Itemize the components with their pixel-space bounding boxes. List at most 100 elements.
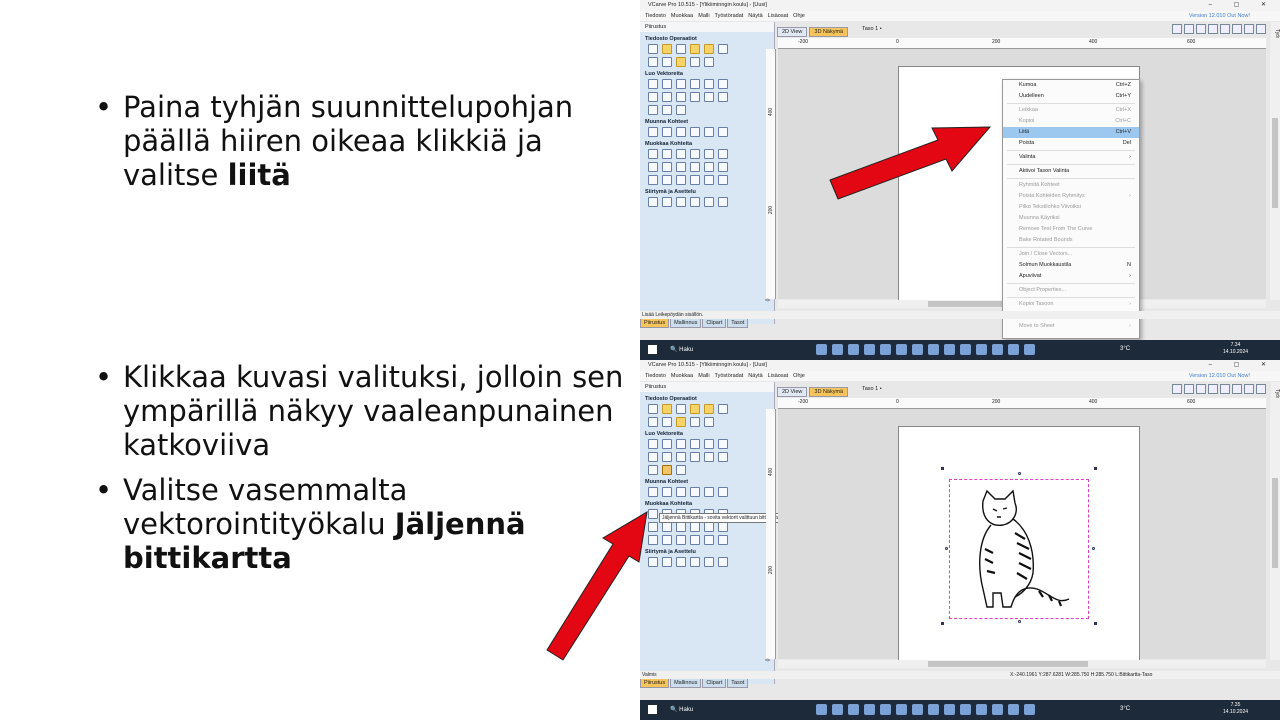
tab-2d-view[interactable]: 2D View — [777, 27, 808, 37]
move-icon[interactable] — [648, 127, 658, 137]
app-icon[interactable] — [832, 704, 843, 715]
taskbar-clock[interactable]: 7.34 14.10.2024 — [1223, 342, 1248, 356]
menu-ohje[interactable]: Ohje — [793, 373, 805, 379]
save-icon[interactable] — [676, 44, 686, 54]
layers-icon[interactable] — [1256, 24, 1266, 34]
cat-bitmap[interactable] — [963, 489, 1075, 615]
taskbar-search[interactable]: 🔍 Haku — [670, 704, 810, 716]
import-icon[interactable] — [690, 44, 700, 54]
grid-icon[interactable] — [1196, 24, 1206, 34]
scrollbar-horizontal[interactable] — [778, 660, 1266, 668]
redo-icon[interactable] — [704, 417, 714, 427]
grid-icon[interactable] — [704, 557, 714, 567]
zoom-fit-icon[interactable] — [1220, 24, 1230, 34]
polyline-icon[interactable] — [718, 439, 728, 449]
tab-3d-view[interactable]: 3D Näkymä — [809, 27, 849, 37]
app-icon[interactable] — [816, 344, 827, 355]
selection-handle[interactable] — [941, 622, 944, 625]
smooth-icon[interactable] — [676, 535, 686, 545]
layer-selector[interactable]: Taso 1 • — [862, 26, 882, 32]
tab-tasot[interactable]: Tasot — [727, 678, 749, 688]
nest-icon[interactable] — [676, 557, 686, 567]
tab-clipart[interactable]: Clipart — [702, 678, 727, 688]
group-icon[interactable] — [690, 149, 700, 159]
layer-selector[interactable]: Taso 1 • — [862, 386, 882, 392]
join-icon[interactable] — [718, 149, 728, 159]
slot-icon[interactable] — [718, 535, 728, 545]
app-icon[interactable] — [912, 344, 923, 355]
array-icon[interactable] — [648, 197, 658, 207]
tab-piirustus[interactable]: Piirustus — [640, 318, 670, 328]
scrollbar-vertical[interactable] — [1270, 398, 1280, 660]
mirror-icon[interactable] — [704, 487, 714, 497]
app-icon[interactable] — [880, 344, 891, 355]
app-icon[interactable] — [928, 704, 939, 715]
text-on-curve-icon[interactable] — [718, 452, 728, 462]
cut-icon[interactable] — [648, 417, 658, 427]
distort-icon[interactable] — [718, 127, 728, 137]
fillet-icon[interactable] — [690, 162, 700, 172]
material-sheet[interactable] — [898, 426, 1140, 668]
app-icon[interactable] — [816, 704, 827, 715]
measure-icon[interactable] — [704, 175, 714, 185]
ungroup-icon[interactable] — [704, 149, 714, 159]
path-icon[interactable] — [690, 197, 700, 207]
new-icon[interactable] — [648, 44, 658, 54]
align-icon[interactable] — [662, 487, 672, 497]
tab-mallinnus[interactable]: Mallinnus — [670, 318, 702, 328]
text-icon[interactable] — [690, 452, 700, 462]
menu-malli[interactable]: Malli — [698, 373, 709, 379]
text-on-curve-icon[interactable] — [718, 92, 728, 102]
open-icon[interactable] — [662, 404, 672, 414]
scrollbar-vertical[interactable] — [1270, 38, 1280, 300]
export-icon[interactable] — [704, 44, 714, 54]
weather-widget[interactable]: 3°C — [1120, 346, 1130, 352]
context-menu-item[interactable]: Kumoa Ctrl+Z — [1003, 80, 1139, 91]
step-repeat-icon[interactable] — [662, 197, 672, 207]
app-icon[interactable] — [880, 704, 891, 715]
snap-icon[interactable] — [1184, 384, 1194, 394]
undo-icon[interactable] — [690, 57, 700, 67]
dimension-icon[interactable] — [648, 105, 658, 115]
save-icon[interactable] — [676, 404, 686, 414]
layers-icon[interactable] — [1256, 384, 1266, 394]
app-icon[interactable] — [960, 704, 971, 715]
copy-icon[interactable] — [662, 417, 672, 427]
move-icon[interactable] — [648, 487, 658, 497]
context-menu-item[interactable]: Valinta › — [1003, 152, 1139, 163]
subtract-icon[interactable] — [662, 162, 672, 172]
windows-start-icon[interactable] — [648, 345, 657, 354]
app-icon[interactable] — [848, 704, 859, 715]
selection-handle[interactable] — [1018, 472, 1021, 475]
context-menu-item[interactable]: Aktivoi Tason Valinta — [1003, 166, 1139, 177]
zoom-fit-icon[interactable] — [1220, 384, 1230, 394]
app-icon[interactable] — [864, 344, 875, 355]
ellipse-icon[interactable] — [662, 79, 672, 89]
context-menu-item[interactable]: Solmun Muokkaustila N — [1003, 260, 1139, 271]
arrow-icon[interactable] — [690, 535, 700, 545]
subtract-icon[interactable] — [662, 522, 672, 532]
zoom-icon[interactable] — [1172, 24, 1182, 34]
app-icon[interactable] — [832, 344, 843, 355]
trim-icon[interactable] — [704, 522, 714, 532]
rectangle-icon[interactable] — [676, 79, 686, 89]
weather-widget[interactable]: 3°C — [1120, 706, 1130, 712]
app-icon[interactable] — [976, 344, 987, 355]
menu-muokkaa[interactable]: Muokkaa — [671, 13, 693, 19]
menu-nayta[interactable]: Näytä — [748, 373, 762, 379]
open-icon[interactable] — [662, 44, 672, 54]
menu-tiedosto[interactable]: Tiedosto — [645, 373, 666, 379]
app-icon[interactable] — [992, 344, 1003, 355]
app-icon[interactable] — [1008, 344, 1019, 355]
menu-malli[interactable]: Malli — [698, 13, 709, 19]
curve-icon[interactable] — [662, 92, 672, 102]
app-icon[interactable] — [944, 704, 955, 715]
context-menu-item[interactable]: Apuviivat › — [1003, 271, 1139, 282]
app-icon[interactable] — [912, 704, 923, 715]
app-icon[interactable] — [864, 704, 875, 715]
menu-tyostoradat[interactable]: Työstöradat — [715, 373, 744, 379]
tab-clipart[interactable]: Clipart — [702, 318, 727, 328]
check-icon[interactable] — [662, 175, 672, 185]
angle-icon[interactable] — [648, 175, 658, 185]
intersect-icon[interactable] — [676, 162, 686, 172]
